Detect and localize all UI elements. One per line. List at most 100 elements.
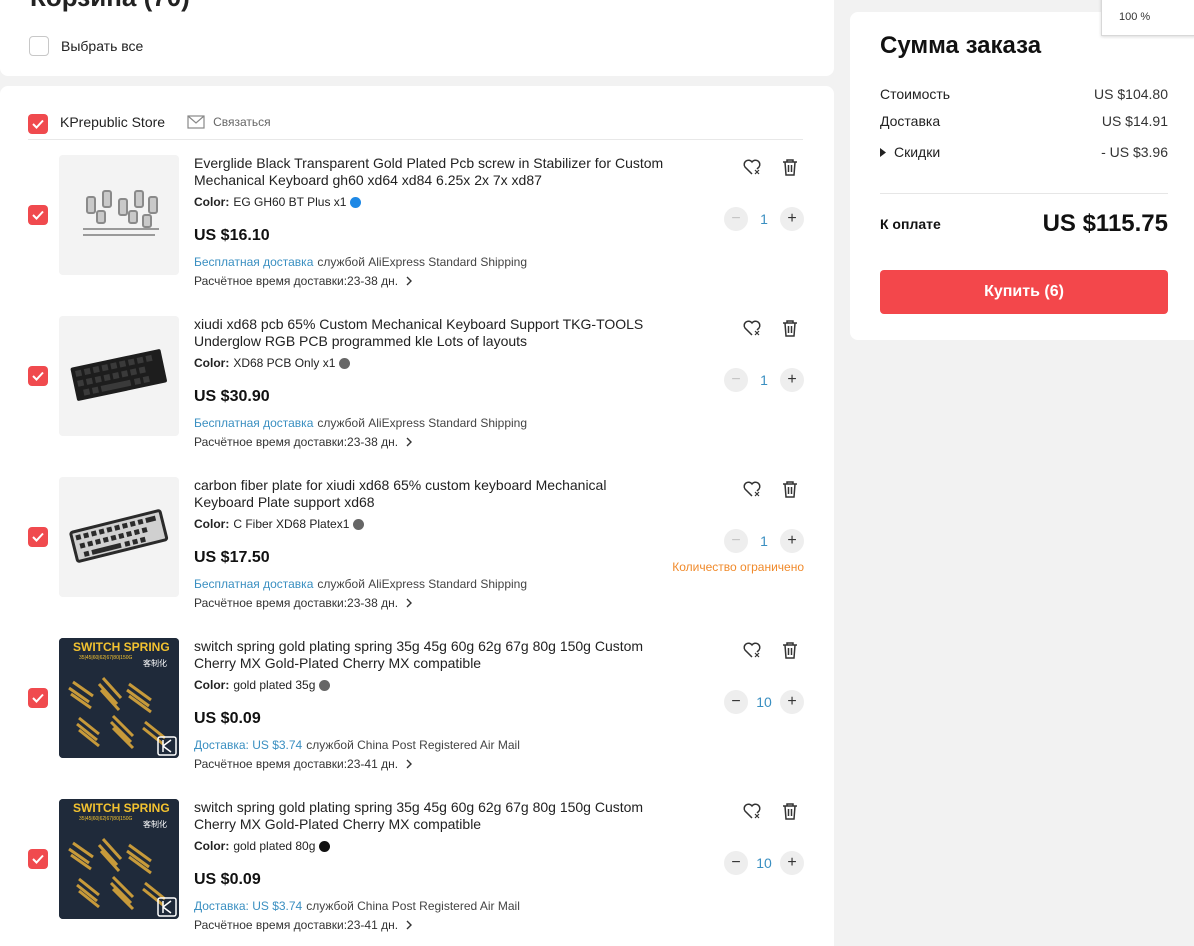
quantity-value[interactable]: 1 <box>748 533 780 549</box>
item-checkbox[interactable] <box>28 205 48 225</box>
store-checkbox[interactable] <box>28 113 48 134</box>
quantity-decrease-button[interactable]: − <box>724 368 748 392</box>
cart-item: SWITCH SPRING 35|45|60|62|67|80|150G 客制化… <box>0 638 834 799</box>
item-checkbox[interactable] <box>28 688 48 708</box>
quantity-decrease-button[interactable]: − <box>724 690 748 714</box>
shipping-highlight: Доставка: US $3.74 <box>194 738 303 752</box>
item-actions <box>742 801 800 821</box>
thumb-tag: 客制化 <box>143 658 167 668</box>
quantity-increase-button[interactable]: + <box>780 207 804 231</box>
quantity-value[interactable]: 10 <box>748 855 780 871</box>
product-image[interactable]: SWITCH SPRING 35|45|60|62|67|80|150G 客制化 <box>59 799 179 919</box>
summary-row-shipping: Доставка US $14.91 <box>880 113 1168 129</box>
cart-item: xiudi xd68 pcb 65% Custom Mechanical Key… <box>0 316 834 477</box>
wishlist-heart-icon[interactable] <box>742 318 762 338</box>
summary-row-value: US $104.80 <box>1094 86 1168 102</box>
select-all-checkbox[interactable] <box>29 36 49 56</box>
order-summary-card: Сумма заказа Стоимость US $104.80 Достав… <box>850 12 1194 340</box>
wishlist-heart-icon[interactable] <box>742 640 762 660</box>
variant-dot <box>350 196 362 208</box>
product-title[interactable]: xiudi xd68 pcb 65% Custom Mechanical Key… <box>194 316 664 350</box>
quantity-increase-button[interactable]: + <box>780 851 804 875</box>
delivery-estimate-label: Расчётное время доставки:23-38 дн. <box>194 435 399 449</box>
product-image[interactable] <box>59 316 179 436</box>
delete-trash-icon[interactable] <box>780 801 800 821</box>
delivery-estimate[interactable]: Расчётное время доставки:23-41 дн. <box>194 757 413 771</box>
summary-divider <box>880 193 1168 194</box>
summary-row-label: Доставка <box>880 113 941 129</box>
zoom-indicator: 100 % <box>1101 0 1194 36</box>
delivery-estimate[interactable]: Расчётное время доставки:23-38 дн. <box>194 435 413 449</box>
mail-icon <box>187 114 205 129</box>
shipping-info: Бесплатная доставка службой AliExpress St… <box>194 416 527 430</box>
quantity-value[interactable]: 1 <box>748 211 780 227</box>
product-image[interactable] <box>59 477 179 597</box>
item-checkbox[interactable] <box>28 849 48 869</box>
item-actions <box>742 479 800 499</box>
delivery-estimate[interactable]: Расчётное время доставки:23-38 дн. <box>194 596 413 610</box>
product-title[interactable]: switch spring gold plating spring 35g 45… <box>194 799 664 833</box>
wishlist-heart-icon[interactable] <box>742 479 762 499</box>
quantity-increase-button[interactable]: + <box>780 368 804 392</box>
cart-item: Everglide Black Transparent Gold Plated … <box>0 155 834 316</box>
delete-trash-icon[interactable] <box>780 157 800 177</box>
quantity-increase-button[interactable]: + <box>780 529 804 553</box>
summary-row-label: Скидки <box>894 144 941 160</box>
variant-dot <box>353 518 365 530</box>
summary-row-value: - US $3.96 <box>1101 144 1168 160</box>
variant-dot <box>339 357 351 369</box>
variant-value: XD68 PCB Only x1 <box>233 356 336 370</box>
shipping-method: службой AliExpress Standard Shipping <box>317 255 528 269</box>
quantity-decrease-button[interactable]: − <box>724 207 748 231</box>
product-image[interactable]: SWITCH SPRING 35|45|60|62|67|80|150G 客制化 <box>59 638 179 758</box>
wishlist-heart-icon[interactable] <box>742 801 762 821</box>
quantity-stepper: − 1 + <box>724 207 804 231</box>
variant-value: gold plated 80g <box>233 839 316 853</box>
shipping-method: службой China Post Registered Air Mail <box>306 738 520 752</box>
summary-row-discounts[interactable]: Скидки - US $3.96 <box>880 144 1168 160</box>
quantity-value[interactable]: 10 <box>748 694 780 710</box>
product-title[interactable]: switch spring gold plating spring 35g 45… <box>194 638 664 672</box>
quantity-stepper: − 1 + <box>724 529 804 553</box>
item-actions <box>742 157 800 177</box>
wishlist-heart-icon[interactable] <box>742 157 762 177</box>
product-title[interactable]: Everglide Black Transparent Gold Plated … <box>194 155 664 189</box>
item-checkbox[interactable] <box>28 366 48 386</box>
delete-trash-icon[interactable] <box>780 479 800 499</box>
buy-button[interactable]: Купить (6) <box>880 270 1168 314</box>
summary-row-cost: Стоимость US $104.80 <box>880 86 1168 102</box>
quantity-value[interactable]: 1 <box>748 372 780 388</box>
product-variant[interactable]: Color: C Fiber XD68 Platex1 <box>194 517 365 531</box>
thumb-sizes: 35|45|60|62|67|80|150G <box>79 655 133 661</box>
product-variant[interactable]: Color: EG GH60 BT Plus x1 <box>194 195 362 209</box>
shipping-info: Бесплатная доставка службой AliExpress St… <box>194 577 527 591</box>
quantity-decrease-button[interactable]: − <box>724 851 748 875</box>
contact-seller[interactable]: Связаться <box>187 115 271 129</box>
product-variant[interactable]: Color: gold plated 35g <box>194 678 331 692</box>
quantity-decrease-button[interactable]: − <box>724 529 748 553</box>
quantity-increase-button[interactable]: + <box>780 690 804 714</box>
shipping-method: службой China Post Registered Air Mail <box>306 899 520 913</box>
total-label: К оплате <box>880 216 941 232</box>
product-image[interactable] <box>59 155 179 275</box>
delete-trash-icon[interactable] <box>780 640 800 660</box>
quantity-stepper: − 1 + <box>724 368 804 392</box>
delivery-estimate[interactable]: Расчётное время доставки:23-41 дн. <box>194 918 413 932</box>
select-all[interactable]: Выбрать все <box>29 36 143 56</box>
product-title[interactable]: carbon fiber plate for xiudi xd68 65% cu… <box>194 477 664 511</box>
product-variant[interactable]: Color: XD68 PCB Only x1 <box>194 356 351 370</box>
shipping-method: службой AliExpress Standard Shipping <box>317 577 528 591</box>
variant-label: Color: <box>194 195 230 209</box>
discounts-toggle[interactable]: Скидки <box>880 144 940 160</box>
zoom-level: 100 % <box>1119 11 1151 23</box>
store-name[interactable]: KPrepublic Store <box>60 114 165 130</box>
variant-dot <box>319 840 331 852</box>
quantity-stepper: − 10 + <box>724 851 804 875</box>
delivery-estimate[interactable]: Расчётное время доставки:23-38 дн. <box>194 274 413 288</box>
delete-trash-icon[interactable] <box>780 318 800 338</box>
product-variant[interactable]: Color: gold plated 80g <box>194 839 331 853</box>
item-checkbox[interactable] <box>28 527 48 547</box>
summary-row-label: Стоимость <box>880 86 951 102</box>
product-price: US $30.90 <box>194 388 270 405</box>
shipping-info: Доставка: US $3.74 службой China Post Reg… <box>194 738 520 752</box>
